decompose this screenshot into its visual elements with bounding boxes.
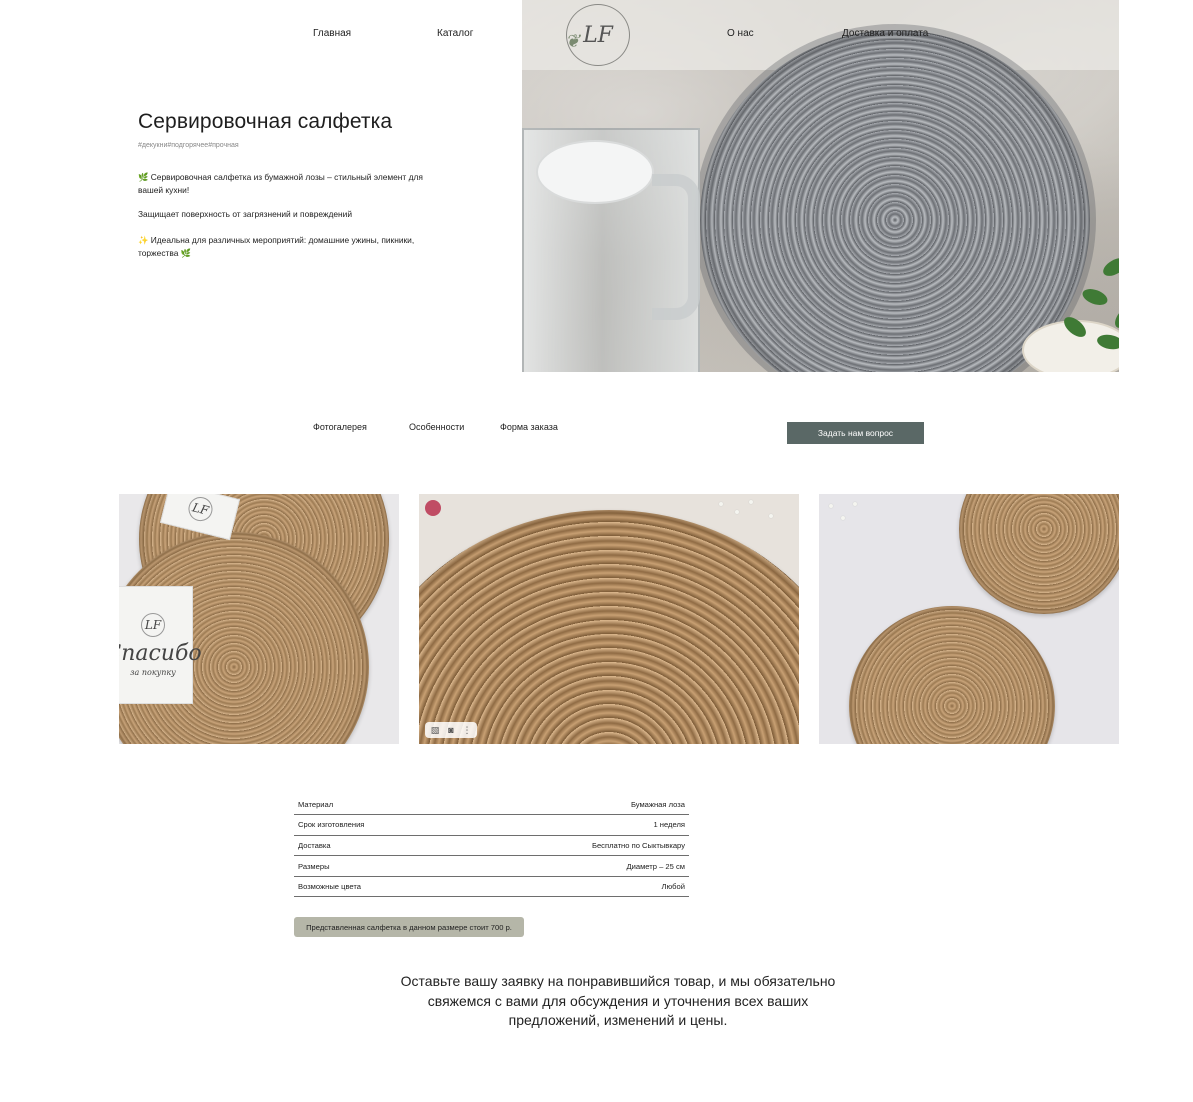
gallery-photo-3[interactable] [819,494,1119,744]
plant [1042,250,1119,372]
spec-label: Материал [294,794,462,816]
flower-decor [735,510,739,514]
nav-about[interactable]: О нас [727,28,754,39]
ask-question-button[interactable]: Задать нам вопрос [787,422,924,444]
wicker-placemat [849,606,1055,744]
spec-label: Срок изготовления [294,814,462,836]
gallery-photo-1[interactable]: LF LF Спасибо за покупку [119,494,399,744]
call-to-action-text: Оставьте вашу заявку на понравившийся то… [400,973,836,1028]
table-row: Возможные цвета Любой [294,876,689,898]
table-row: Размеры Диаметр – 25 см [294,855,689,877]
spec-label: Размеры [294,855,462,877]
spec-label: Доставка [294,835,462,857]
subnav-features[interactable]: Особенности [409,422,464,432]
nav-delivery[interactable]: Доставка и оплата [842,28,928,39]
spec-value: Бумажная лоза [461,794,689,816]
spec-value: Диаметр – 25 см [461,855,689,877]
spec-value: Любой [461,876,689,898]
specs-table: Материал Бумажная лоза Срок изготовления… [294,794,689,898]
flower-decor [841,516,845,520]
thank-you-card: LF Спасибо за покупку [119,586,202,704]
card-title: Спасибо [119,641,202,666]
camera-icon[interactable]: ◙ [444,725,458,735]
wicker-placemat [959,494,1119,614]
table-row: Материал Бумажная лоза [294,794,689,816]
flower-decor [853,502,857,506]
hashtags: #декукни#подгорячее#прочная [138,142,239,149]
brand-logo[interactable]: LF ❦ [565,4,630,66]
flower-decor [769,514,773,518]
wicker-placemat-closeup [419,510,799,744]
card-logo: LF [141,613,165,637]
nav-catalog[interactable]: Каталог [437,28,473,39]
gallery-photo-2[interactable]: ▧ ◙ ⋮ [419,494,799,744]
flower-decor [749,500,753,504]
spec-label: Возможные цвета [294,876,462,898]
description-paragraph-1: 🌿 Сервировочная салфетка из бумажной лоз… [138,172,423,195]
leaf-icon: ❦ [565,31,581,52]
nav-home[interactable]: Главная [313,28,351,39]
price-note: Представленная салфетка в данном размере… [294,917,524,937]
jug-handle [652,174,700,320]
image-icon[interactable]: ▧ [428,725,442,736]
card-logo: LF [185,494,216,524]
subnav-order-form[interactable]: Форма заказа [500,422,558,432]
image-toolbar[interactable]: ▧ ◙ ⋮ [425,722,477,738]
flower-decor [719,502,723,506]
card-subtitle: за покупку [130,668,176,677]
flower-decor [425,500,441,516]
more-icon[interactable]: ⋮ [460,725,474,736]
spec-value: 1 неделя [461,814,689,836]
description-paragraph-3: ✨ Идеальна для различных мероприятий: до… [138,235,415,258]
description-paragraph-2: Защищает поверхность от загрязнений и по… [138,209,353,219]
page-title: Сервировочная салфетка [138,110,393,133]
jug-lid [536,140,654,204]
spec-value: Бесплатно по Сыктывкару [461,835,689,857]
table-row: Доставка Бесплатно по Сыктывкару [294,835,689,857]
flower-decor [829,504,833,508]
table-row: Срок изготовления 1 неделя [294,814,689,836]
subnav-gallery[interactable]: Фотогалерея [313,422,367,432]
